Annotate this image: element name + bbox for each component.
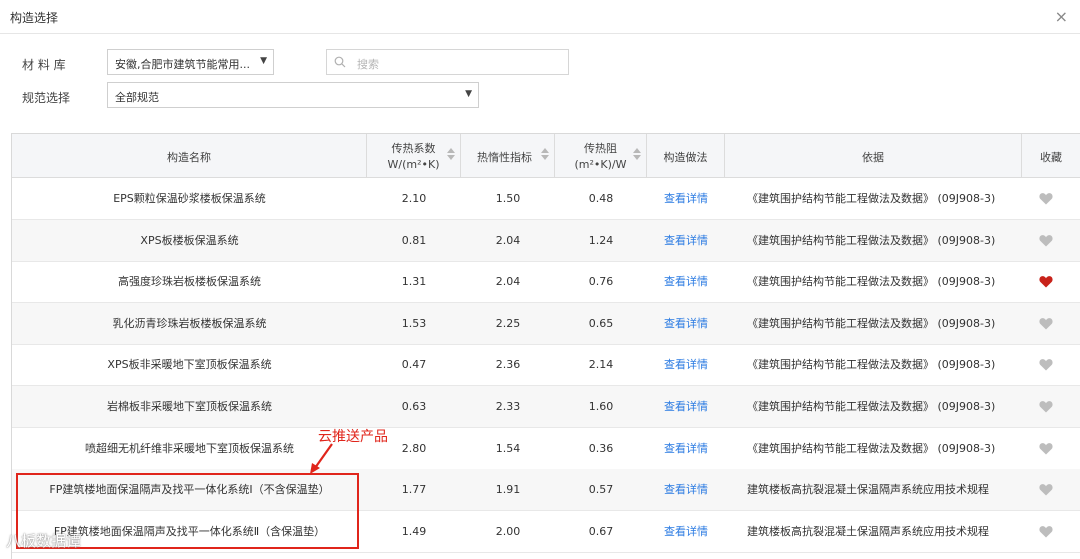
standard-select-label: 规范选择 — [22, 91, 71, 105]
cell-inertia-value: 1.50 — [495, 192, 521, 205]
cell-basis: 建筑楼板高抗裂混凝土保温隔声系统应用技术规程 — [747, 524, 989, 538]
column-header-favorite-label: 收藏 — [1040, 151, 1062, 164]
view-details-link[interactable]: 查看详情 — [647, 220, 725, 261]
cell-name: XPS板非采暖地下室顶板保温系统 — [107, 358, 272, 372]
table-row[interactable]: 喷超细无机纤维非采暖地下室顶板保温系统 2.80 1.54 0.36 查看详情 《建筑围护… — [12, 428, 1080, 470]
view-details-link[interactable]: 查看详情 — [647, 344, 725, 385]
view-details-link[interactable]: 查看详情 — [647, 511, 725, 552]
view-details-link[interactable]: 查看详情 — [647, 261, 725, 302]
cell-basis: 《建筑围护结构节能工程做法及数据》 (09J908-3) — [747, 441, 996, 455]
column-header-name-label: 构造名称 — [167, 151, 211, 164]
column-header-method-label: 构造做法 — [663, 151, 708, 164]
sort-icon[interactable] — [633, 148, 641, 160]
table-row[interactable]: 岩棉板非采暖地下室顶板保温系统 0.63 2.33 1.60 查看详情 《建筑围护结构节能… — [12, 386, 1080, 428]
view-details-link[interactable]: 查看详情 — [647, 303, 725, 344]
table-row[interactable]: 乳化沥青珍珠岩板楼板保温系统 1.53 2.25 0.65 查看详情 《建筑围护结构节能工… — [12, 302, 1080, 345]
view-details-link[interactable]: 查看详情 — [647, 386, 725, 427]
column-header-r[interactable]: 传热阻 (m²•K)/W — [555, 134, 647, 178]
cell-basis: 《建筑围护结构节能工程做法及数据》 (09J908-3) — [747, 275, 996, 289]
cell-inertia-value: 2.36 — [495, 358, 521, 372]
favorite-heart-icon[interactable] — [1039, 317, 1053, 330]
cell-basis: 《建筑围护结构节能工程做法及数据》 (09J908-3) — [747, 400, 996, 413]
cell-name: 乳化沥青珍珠岩板楼板保温系统 — [112, 316, 267, 330]
cell-basis: 建筑楼板高抗裂混凝土保温隔声系统应用技术规程 — [747, 483, 989, 497]
cell-k-value: 0.81 — [401, 233, 427, 247]
cell-inertia-value: 2.00 — [495, 524, 521, 538]
search-input[interactable]: 搜索 — [326, 49, 569, 75]
close-icon[interactable]: × — [1055, 7, 1068, 26]
cell-name: XPS板楼板保温系统 — [140, 233, 239, 247]
cell-basis: 《建筑围护结构节能工程做法及数据》 (09J908-3) — [747, 358, 996, 372]
cell-name: 高强度珍珠岩板楼板保温系统 — [118, 275, 261, 289]
favorite-heart-icon[interactable] — [1039, 358, 1053, 371]
material-library-label: 材 料 库 — [22, 58, 66, 72]
view-details-link[interactable]: 查看详情 — [647, 178, 725, 219]
cell-r-value: 0.48 — [588, 192, 614, 205]
dialog-title: 构造选择 — [10, 11, 59, 25]
table-row[interactable]: XPS板楼板保温系统 0.81 2.04 1.24 查看详情 《建筑围护结构节能工程做法及… — [12, 219, 1080, 262]
standard-select[interactable]: 全部规范 ▼ — [107, 82, 479, 108]
cell-k-value: 2.10 — [401, 192, 427, 205]
table-row[interactable]: 高强度珍珠岩板楼板保温系统 1.31 2.04 0.76 查看详情 《建筑围护结构节能工程… — [12, 261, 1080, 304]
column-header-inertia[interactable]: 热惰性指标 — [461, 134, 555, 178]
column-header-basis: 依据 — [725, 134, 1022, 178]
favorite-heart-icon[interactable] — [1039, 483, 1053, 496]
material-library-value: 安徽,合肥市建筑节能常用... — [115, 58, 250, 71]
cell-r-value: 0.76 — [588, 275, 614, 289]
search-icon — [334, 56, 346, 68]
table-row[interactable]: XPS板非采暖地下室顶板保温系统 0.47 2.36 2.14 查看详情 《建筑围护结构节… — [12, 344, 1080, 387]
material-library-select[interactable]: 安徽,合肥市建筑节能常用... ▼ — [107, 49, 274, 75]
view-details-link[interactable]: 查看详情 — [647, 469, 725, 510]
cell-k-value: 1.31 — [401, 275, 427, 289]
cell-r-value: 1.60 — [588, 400, 614, 413]
cell-r-value: 1.24 — [588, 233, 614, 247]
column-header-favorite: 收藏 — [1022, 134, 1080, 178]
column-header-name: 构造名称 — [12, 134, 367, 178]
cell-name: EPS颗粒保温砂浆楼板保温系统 — [113, 192, 266, 205]
cell-inertia-value: 1.91 — [495, 483, 521, 497]
table-row[interactable]: EPS颗粒保温砂浆楼板保温系统 2.10 1.50 0.48 查看详情 《建筑围护结构节能… — [12, 178, 1080, 220]
cell-k-value: 1.77 — [401, 483, 427, 497]
favorite-heart-icon[interactable] — [1039, 192, 1053, 205]
annotation-arrow-icon — [310, 443, 333, 474]
favorite-heart-icon[interactable] — [1039, 275, 1053, 288]
cell-basis: 《建筑围护结构节能工程做法及数据》 (09J908-3) — [747, 316, 996, 330]
cell-k-value: 1.53 — [401, 316, 427, 330]
cell-r-value: 2.14 — [588, 358, 614, 372]
sort-icon[interactable] — [541, 148, 549, 160]
column-header-method: 构造做法 — [647, 134, 725, 178]
favorite-heart-icon[interactable] — [1039, 442, 1053, 455]
sort-icon[interactable] — [447, 148, 455, 160]
cell-inertia-value: 2.25 — [495, 316, 521, 330]
cell-name: 岩棉板非采暖地下室顶板保温系统 — [107, 400, 272, 413]
caret-down-icon: ▼ — [260, 56, 267, 66]
watermark: 八板数据谭 — [6, 532, 82, 550]
cell-inertia-value: 2.33 — [495, 400, 521, 413]
dialog-titlebar: 构造选择 × — [0, 0, 1080, 34]
cell-r-value: 0.67 — [588, 524, 614, 538]
standard-select-value: 全部规范 — [115, 91, 159, 104]
cell-basis: 《建筑围护结构节能工程做法及数据》 (09J908-3) — [747, 233, 996, 247]
cell-k-value: 0.47 — [401, 358, 427, 372]
cell-inertia-value: 2.04 — [495, 275, 521, 289]
column-header-k[interactable]: 传热系数 W/(m²•K) — [367, 134, 461, 178]
cell-r-value: 0.65 — [588, 316, 614, 330]
favorite-heart-icon[interactable] — [1039, 234, 1053, 247]
cell-basis: 《建筑围护结构节能工程做法及数据》 (09J908-3) — [747, 192, 996, 205]
cell-inertia-value: 2.04 — [495, 233, 521, 247]
column-header-basis-label: 依据 — [862, 151, 884, 164]
view-details-link[interactable]: 查看详情 — [647, 428, 725, 469]
cell-r-value: 0.57 — [588, 483, 614, 497]
cell-r-value: 0.36 — [588, 441, 614, 455]
favorite-heart-icon[interactable] — [1039, 400, 1053, 413]
cell-k-value: 0.63 — [401, 400, 427, 413]
cell-inertia-value: 1.54 — [495, 441, 521, 455]
cell-k-value: 1.49 — [401, 524, 427, 538]
search-placeholder: 搜索 — [357, 58, 379, 71]
favorite-heart-icon[interactable] — [1039, 525, 1053, 538]
caret-down-icon: ▼ — [465, 89, 472, 99]
